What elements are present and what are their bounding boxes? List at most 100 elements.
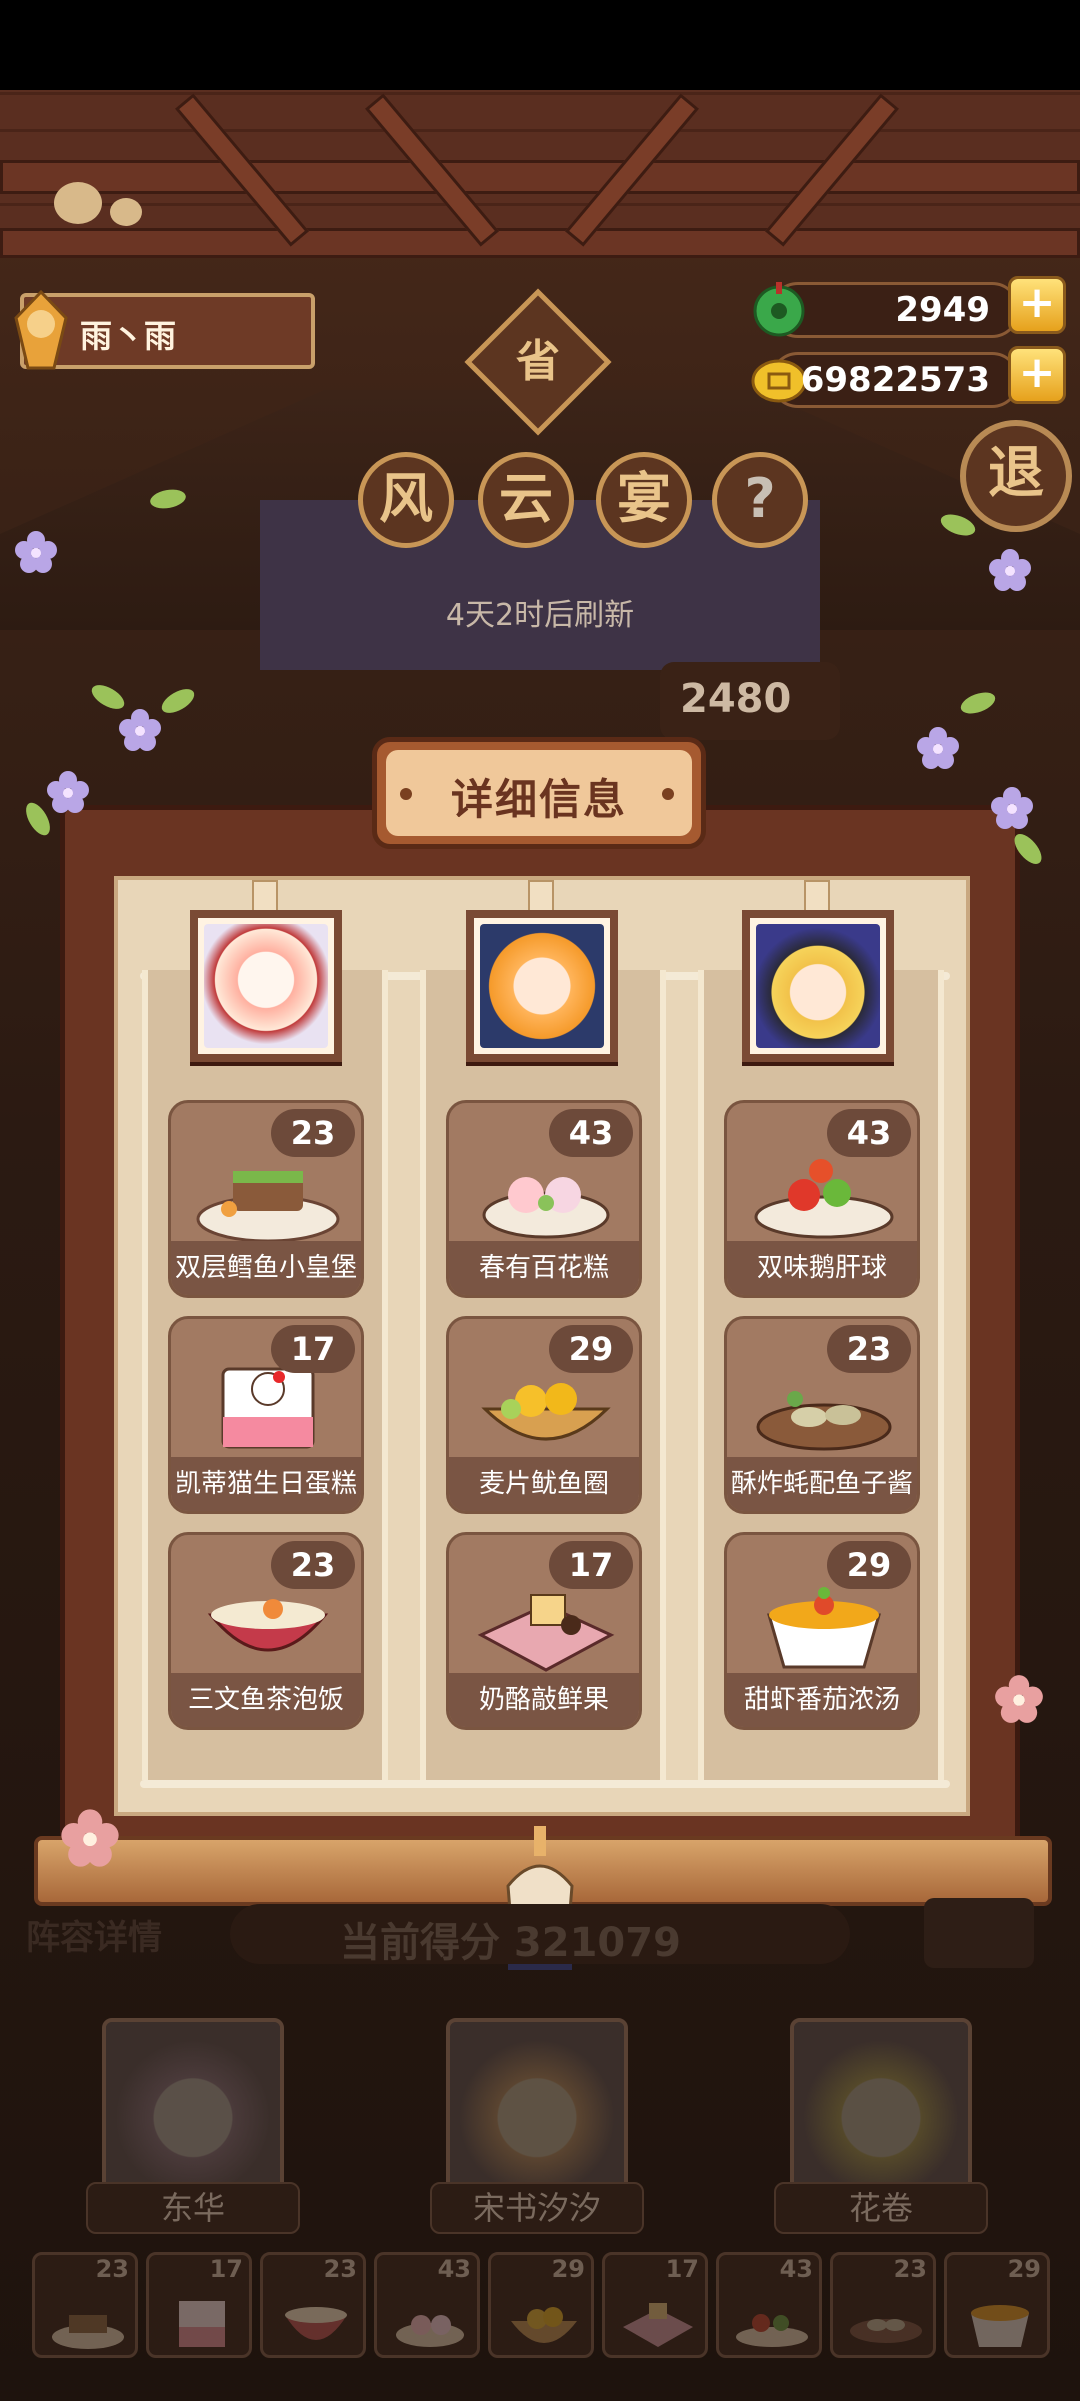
flower-icon bbox=[119, 709, 161, 751]
roof-beam bbox=[0, 160, 1080, 194]
mini-dish-count: 29 bbox=[1007, 2255, 1041, 2283]
mini-dish-count: 17 bbox=[665, 2255, 699, 2283]
event-title-char: 云 bbox=[478, 452, 574, 548]
dish-image bbox=[756, 1391, 892, 1451]
mini-dish-count: 23 bbox=[95, 2255, 129, 2283]
add-coins-button[interactable]: + bbox=[1008, 346, 1066, 404]
mini-dish-count: 17 bbox=[209, 2255, 243, 2283]
mini-dish-count: 23 bbox=[893, 2255, 927, 2283]
dish-count: 23 bbox=[271, 1109, 355, 1157]
lineup-label[interactable]: 阵容详情 bbox=[26, 1910, 162, 1959]
dish-image bbox=[179, 2301, 225, 2347]
jade-value: 2949 bbox=[895, 290, 990, 330]
dish-count: 29 bbox=[549, 1325, 633, 1373]
dish-card[interactable]: 17 奶酪敲鲜果 bbox=[446, 1532, 642, 1730]
chick-ornament bbox=[54, 182, 102, 224]
dish-image bbox=[207, 1599, 329, 1652]
dish-card[interactable]: 23 酥炸蚝配鱼子酱 bbox=[724, 1316, 920, 1514]
dish-image bbox=[754, 1159, 894, 1239]
mini-dish-count: 43 bbox=[779, 2255, 813, 2283]
character-huajuan[interactable] bbox=[790, 2018, 972, 2200]
dish-image bbox=[477, 1594, 615, 1672]
dish-image bbox=[767, 1587, 881, 1669]
help-button[interactable]: ? bbox=[712, 452, 808, 548]
flower-icon bbox=[995, 1675, 1043, 1723]
add-jade-button[interactable]: + bbox=[1008, 276, 1066, 334]
paper-rail bbox=[140, 1780, 950, 1788]
dish-image bbox=[52, 2315, 124, 2349]
dish-card[interactable]: 43 双味鹅肝球 bbox=[724, 1100, 920, 1298]
dish-image bbox=[623, 2303, 693, 2347]
menu-button[interactable] bbox=[924, 1898, 1034, 1968]
dish-card[interactable]: 23 双层鳕鱼小皇堡 bbox=[168, 1100, 364, 1298]
dish-card[interactable]: 43 春有百花糕 bbox=[446, 1100, 642, 1298]
dish-name: 三文鱼茶泡饭 bbox=[171, 1673, 361, 1727]
event-title-char: 风 bbox=[358, 452, 454, 548]
dish-count: 23 bbox=[271, 1541, 355, 1589]
dish-name: 甜虾番茄浓汤 bbox=[727, 1673, 917, 1727]
dish-count: 43 bbox=[549, 1109, 633, 1157]
player-avatar-icon[interactable] bbox=[6, 288, 76, 372]
flower-icon bbox=[991, 787, 1033, 829]
flower-icon bbox=[989, 549, 1031, 591]
dish-card[interactable]: 23 三文鱼茶泡饭 bbox=[168, 1532, 364, 1730]
mini-dish-count: 43 bbox=[437, 2255, 471, 2283]
player-name: 雨丶雨 bbox=[80, 317, 177, 355]
current-score: 当前得分 321079 bbox=[340, 1920, 681, 1966]
mini-dish-slot[interactable]: 29 bbox=[488, 2252, 594, 2358]
event-title-char: 宴 bbox=[596, 452, 692, 548]
mini-dish-slot[interactable]: 23 bbox=[830, 2252, 936, 2358]
roof-beam bbox=[0, 228, 1080, 258]
dish-name: 酥炸蚝配鱼子酱 bbox=[727, 1457, 917, 1511]
chick-ornament bbox=[110, 198, 142, 226]
dish-card[interactable]: 29 麦片鱿鱼圈 bbox=[446, 1316, 642, 1514]
dish-card[interactable]: 17 凯蒂猫生日蛋糕 bbox=[168, 1316, 364, 1514]
chef-portrait-songshu[interactable] bbox=[466, 910, 618, 1062]
dish-card[interactable]: 29 甜虾番茄浓汤 bbox=[724, 1532, 920, 1730]
mini-dish-slot[interactable]: 23 bbox=[260, 2252, 366, 2358]
dish-count: 17 bbox=[549, 1541, 633, 1589]
mini-dish-count: 23 bbox=[323, 2255, 357, 2283]
mini-dish-count: 29 bbox=[551, 2255, 585, 2283]
province-label: 省 bbox=[516, 336, 560, 387]
mini-dish-slot[interactable]: 29 bbox=[944, 2252, 1050, 2358]
mini-dish-slot[interactable]: 17 bbox=[146, 2252, 252, 2358]
dish-image bbox=[971, 2305, 1029, 2347]
character-songshu[interactable] bbox=[446, 2018, 628, 2200]
score-tag: 2480 bbox=[660, 662, 840, 740]
character-name: 宋书汐汐 bbox=[430, 2182, 644, 2234]
flower-icon bbox=[47, 771, 89, 813]
dish-image bbox=[482, 1177, 610, 1239]
mini-dish-slot[interactable]: 17 bbox=[602, 2252, 708, 2358]
dish-image bbox=[196, 1171, 340, 1243]
dish-image bbox=[396, 2315, 464, 2347]
dish-image bbox=[736, 2314, 808, 2347]
dish-name: 双层鳕鱼小皇堡 bbox=[171, 1241, 361, 1295]
dish-image bbox=[285, 2307, 347, 2340]
dish-name: 奶酪敲鲜果 bbox=[449, 1673, 639, 1727]
exit-button[interactable]: 退 bbox=[960, 420, 1072, 532]
mini-dish-slot[interactable]: 43 bbox=[716, 2252, 822, 2358]
chef-portrait-huajuan[interactable] bbox=[742, 910, 894, 1062]
dish-count: 23 bbox=[827, 1325, 911, 1373]
dish-image bbox=[481, 1383, 611, 1441]
coin-value: 69822573 bbox=[800, 360, 990, 400]
dialog-title: 详细信息 bbox=[450, 775, 627, 824]
dish-count: 43 bbox=[827, 1109, 911, 1157]
dish-name: 凯蒂猫生日蛋糕 bbox=[171, 1457, 361, 1511]
character-name: 花卷 bbox=[774, 2182, 988, 2234]
flower-icon bbox=[61, 1809, 119, 1867]
chef-portrait-donghua[interactable] bbox=[190, 910, 342, 1062]
character-donghua[interactable] bbox=[102, 2018, 284, 2200]
dish-image bbox=[511, 2307, 577, 2343]
dish-image bbox=[850, 2319, 922, 2343]
mini-dish-slot[interactable]: 23 bbox=[32, 2252, 138, 2358]
flower-icon bbox=[15, 531, 57, 573]
dish-image bbox=[221, 1367, 315, 1449]
character-name: 东华 bbox=[86, 2182, 300, 2234]
flower-icon bbox=[917, 727, 959, 769]
dish-name: 春有百花糕 bbox=[449, 1241, 639, 1295]
dish-count: 29 bbox=[827, 1541, 911, 1589]
dish-count: 17 bbox=[271, 1325, 355, 1373]
mini-dish-slot[interactable]: 43 bbox=[374, 2252, 480, 2358]
